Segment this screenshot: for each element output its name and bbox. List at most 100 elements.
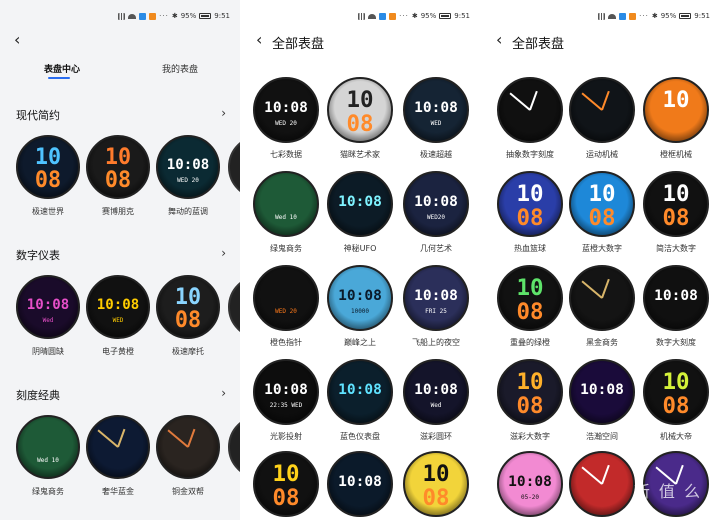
watchface-label: 电子黄橙 bbox=[102, 347, 134, 356]
battery-percent: 95% bbox=[180, 12, 197, 20]
watchface-thumbnail[interactable]: 10:08 05-20 bbox=[497, 451, 563, 517]
watchface-thumbnail[interactable]: 10 bbox=[643, 77, 709, 143]
battery-icon bbox=[679, 13, 692, 19]
watchface-subtext: FRI 25 bbox=[425, 307, 447, 315]
watchface-label: 蓝橙大数字 bbox=[582, 244, 622, 253]
watchface-time: 10:08 bbox=[414, 288, 458, 305]
watchface-label: 黑金商务 bbox=[586, 338, 618, 347]
minute-hand-icon bbox=[509, 92, 531, 111]
watchface-thumbnail[interactable]: 10 08 bbox=[156, 275, 220, 339]
watchface-subtext: 08 bbox=[174, 307, 202, 333]
chevron-right-icon[interactable]: › bbox=[221, 246, 226, 260]
watchface-thumbnail[interactable]: 10:08 bbox=[327, 451, 393, 517]
watchface-subtext: 08 bbox=[516, 298, 544, 325]
watchface-subtext: 08 bbox=[516, 204, 544, 231]
watchface-label: 热血篮球 bbox=[514, 244, 546, 253]
watchface-thumbnail[interactable] bbox=[569, 451, 635, 517]
section-title: 数字仪表 bbox=[16, 249, 60, 262]
watchface-time: 10 bbox=[662, 86, 690, 113]
panel-all-watchfaces: ··· ✱ 95% 9:51 ‹ 全部表盘 抽象数字刻度 运动机械 10 橙框机械 10… bbox=[480, 0, 720, 520]
watchface-thumbnail[interactable]: 10 08 bbox=[497, 359, 563, 425]
watchface-thumbnail[interactable] bbox=[228, 415, 240, 479]
watchface-time: 10 bbox=[516, 180, 544, 207]
watchface-thumbnail[interactable]: 10 08 bbox=[643, 171, 709, 237]
watchface-subtext: 08 bbox=[422, 484, 450, 511]
watchface-thumbnail[interactable]: 10:08 WED bbox=[403, 77, 469, 143]
tab-watchface-center[interactable]: 表盘中心 bbox=[44, 62, 80, 75]
watchface-thumbnail[interactable]: 10 08 bbox=[643, 359, 709, 425]
watchface-thumbnail[interactable] bbox=[228, 275, 240, 339]
watchface-subtext: Wed bbox=[42, 316, 54, 324]
watchface-thumbnail[interactable]: 10:08 WED bbox=[86, 275, 150, 339]
watchface-thumbnail[interactable]: 10 08 bbox=[403, 451, 469, 517]
watchface-thumbnail[interactable] bbox=[156, 415, 220, 479]
watchface-thumbnail[interactable]: 10 08 bbox=[569, 171, 635, 237]
watchface-thumbnail[interactable] bbox=[228, 135, 240, 199]
watchface-thumbnail[interactable]: 10 08 bbox=[16, 135, 80, 199]
watchface-label: 重叠的绿橙 bbox=[510, 338, 550, 347]
watchface-label: 抽象数字刻度 bbox=[506, 150, 554, 159]
watchface-thumbnail[interactable]: 10:08 bbox=[327, 359, 393, 425]
watchface-thumbnail[interactable] bbox=[86, 415, 150, 479]
watchface-thumbnail[interactable]: Wed 10 bbox=[16, 415, 80, 479]
back-icon[interactable]: ‹ bbox=[14, 32, 20, 48]
watchface-thumbnail[interactable]: 10:08 WED 20 bbox=[156, 135, 220, 199]
watchface-thumbnail[interactable]: 10:08 bbox=[327, 171, 393, 237]
watchface-subtext: WED bbox=[112, 316, 124, 324]
watchface-thumbnail[interactable]: WED 20 bbox=[253, 265, 319, 331]
bluetooth-icon: ✱ bbox=[171, 12, 178, 20]
watchface-label: 极速世界 bbox=[32, 207, 64, 216]
back-icon[interactable]: ‹ bbox=[496, 32, 502, 48]
battery-percent: 95% bbox=[420, 12, 437, 20]
watchface-label: 蓝色仪表盘 bbox=[340, 432, 380, 441]
watchface-thumbnail[interactable]: 10 08 bbox=[253, 451, 319, 517]
back-icon[interactable]: ‹ bbox=[256, 32, 262, 48]
watchface-thumbnail[interactable]: 10:08 FRI 25 bbox=[403, 265, 469, 331]
watchface-thumbnail[interactable]: 10:08 Wed bbox=[16, 275, 80, 339]
chevron-right-icon[interactable]: › bbox=[221, 106, 226, 120]
watchface-thumbnail[interactable]: 10 08 bbox=[497, 265, 563, 331]
watchface-thumbnail[interactable] bbox=[569, 77, 635, 143]
page-title: 全部表盘 bbox=[272, 37, 325, 52]
tab-my-watchfaces[interactable]: 我的表盘 bbox=[162, 62, 198, 75]
status-time: 9:51 bbox=[214, 12, 230, 20]
watchface-thumbnail[interactable]: 10:08 bbox=[643, 265, 709, 331]
watchface-thumbnail[interactable]: 10:08 bbox=[569, 359, 635, 425]
watchface-thumbnail[interactable]: 10 08 bbox=[497, 171, 563, 237]
watermark: 新 值 么 bbox=[633, 482, 702, 501]
battery-icon bbox=[199, 13, 212, 19]
section-title: 现代简约 bbox=[16, 109, 60, 122]
watchface-time: 10:08 bbox=[264, 100, 308, 117]
hour-hand-icon bbox=[601, 465, 610, 485]
watchface-time: 10 bbox=[662, 368, 690, 395]
status-bar: ··· ✱ 95% 9:51 bbox=[358, 10, 470, 22]
watchface-thumbnail[interactable]: 10:08 10000 bbox=[327, 265, 393, 331]
chevron-right-icon[interactable]: › bbox=[221, 386, 226, 400]
watchface-thumbnail[interactable]: 10:08 WED20 bbox=[403, 171, 469, 237]
wifi-icon bbox=[608, 13, 617, 19]
panel-watchface-center: ··· ✱ 95% 9:51 ‹ 表盘中心 我的表盘 现代简约 › 数字仪表 ›… bbox=[0, 0, 240, 520]
watchface-subtext: WED 20 bbox=[275, 307, 297, 315]
watchface-thumbnail[interactable]: 10 08 bbox=[86, 135, 150, 199]
watchface-subtext: 10000 bbox=[350, 307, 370, 315]
section-title: 刻度经典 bbox=[16, 389, 60, 402]
watchface-thumbnail[interactable]: 10:08 WED 20 bbox=[253, 77, 319, 143]
wifi-icon bbox=[368, 13, 377, 19]
more-dots-icon: ··· bbox=[639, 12, 649, 20]
status-time: 9:51 bbox=[694, 12, 710, 20]
watchface-time: 10:08 bbox=[338, 382, 382, 399]
watchface-thumbnail[interactable]: Wed 10 bbox=[253, 171, 319, 237]
minute-hand-icon bbox=[97, 429, 119, 448]
watchface-thumbnail[interactable]: 10:08 Wed bbox=[403, 359, 469, 425]
bluetooth-icon: ✱ bbox=[411, 12, 418, 20]
watchface-thumbnail[interactable]: 10:08 22:35 WED bbox=[253, 359, 319, 425]
watchface-time: 10:08 bbox=[414, 100, 458, 117]
watchface-subtext: Wed bbox=[430, 401, 442, 409]
watchface-thumbnail[interactable] bbox=[497, 77, 563, 143]
watchface-label: 绿鬼商务 bbox=[270, 244, 302, 253]
minute-hand-icon bbox=[581, 280, 603, 299]
page-title: 全部表盘 bbox=[512, 37, 565, 52]
watchface-label: 七彩数据 bbox=[270, 150, 302, 159]
watchface-thumbnail[interactable]: 10 08 bbox=[327, 77, 393, 143]
watchface-thumbnail[interactable] bbox=[569, 265, 635, 331]
